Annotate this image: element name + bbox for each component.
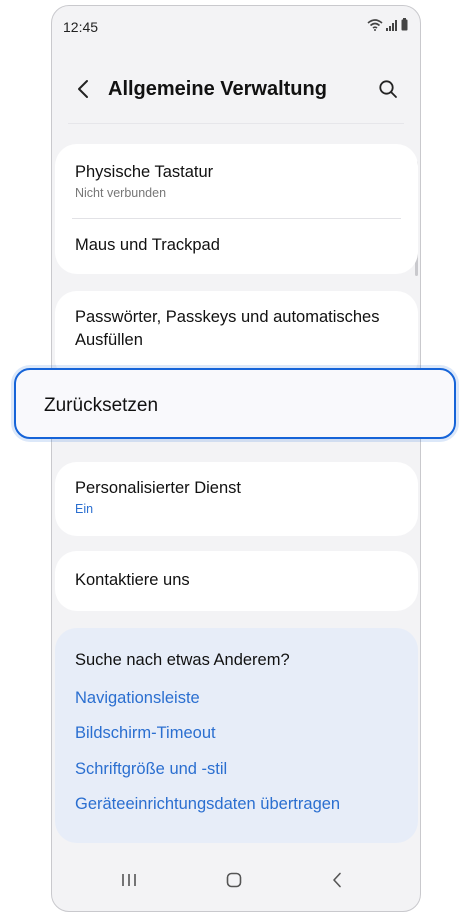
wifi-icon [367, 19, 383, 31]
signal-icon [386, 20, 397, 31]
suggestion-link-font-size[interactable]: Schriftgröße und -stil [75, 760, 227, 779]
mouse-trackpad-title: Maus und Trackpad [75, 236, 220, 254]
system-nav-bar [52, 851, 420, 911]
divider [72, 218, 401, 219]
reset-title: Zurücksetzen [44, 395, 159, 416]
header-divider [68, 118, 404, 124]
suggestions-card: Suche nach etwas Anderem? Navigationslei… [55, 628, 418, 843]
suggestion-link-navigation-bar[interactable]: Navigationsleiste [75, 689, 200, 708]
phone-screen: 12:45 Allgemeine Verwaltung Physische Ta… [51, 5, 421, 912]
page-title: Allgemeine Verwaltung [108, 78, 327, 100]
suggestions-title: Suche nach etwas Anderem? [75, 651, 290, 669]
contact-item[interactable]: Kontaktiere uns [75, 569, 398, 592]
personalized-item[interactable]: Personalisierter Dienst Ein [75, 477, 398, 516]
reset-item[interactable]: Zurücksetzen [14, 368, 456, 439]
personalized-status: Ein [75, 502, 94, 516]
back-button[interactable] [70, 76, 96, 102]
status-time: 12:45 [63, 19, 99, 35]
input-devices-card: Physische Tastatur Nicht verbunden Maus … [55, 144, 418, 274]
suggestion-link-transfer-data[interactable]: Geräteeinrichtungsdaten übertragen [75, 795, 340, 814]
status-icons [367, 18, 408, 31]
physical-keyboard-title: Physische Tastatur [75, 163, 214, 181]
passwords-title-line1: Passwörter, Passkeys und automatisches [75, 308, 380, 326]
contact-card[interactable]: Kontaktiere uns [55, 551, 418, 611]
recents-button[interactable] [114, 867, 144, 893]
nav-back-button[interactable] [322, 867, 352, 893]
physical-keyboard-status: Nicht verbunden [75, 186, 167, 200]
mouse-trackpad-item[interactable]: Maus und Trackpad [75, 234, 398, 257]
recents-icon [122, 874, 136, 886]
physical-keyboard-item[interactable]: Physische Tastatur Nicht verbunden [75, 161, 398, 200]
contact-title: Kontaktiere uns [75, 571, 190, 589]
personalized-card[interactable]: Personalisierter Dienst Ein [55, 462, 418, 536]
search-button[interactable] [375, 76, 401, 102]
home-button[interactable] [219, 867, 249, 893]
suggestion-link-screen-timeout[interactable]: Bildschirm-Timeout [75, 724, 216, 743]
home-icon [226, 872, 242, 888]
personalized-title: Personalisierter Dienst [75, 479, 241, 497]
search-icon [379, 80, 397, 98]
passwords-item[interactable]: Passwörter, Passkeys und automatisches A… [75, 306, 398, 352]
chevron-left-icon [78, 80, 88, 98]
battery-icon [401, 18, 408, 31]
passwords-title-line2: Ausfüllen [75, 331, 143, 349]
nav-back-icon [333, 872, 341, 888]
